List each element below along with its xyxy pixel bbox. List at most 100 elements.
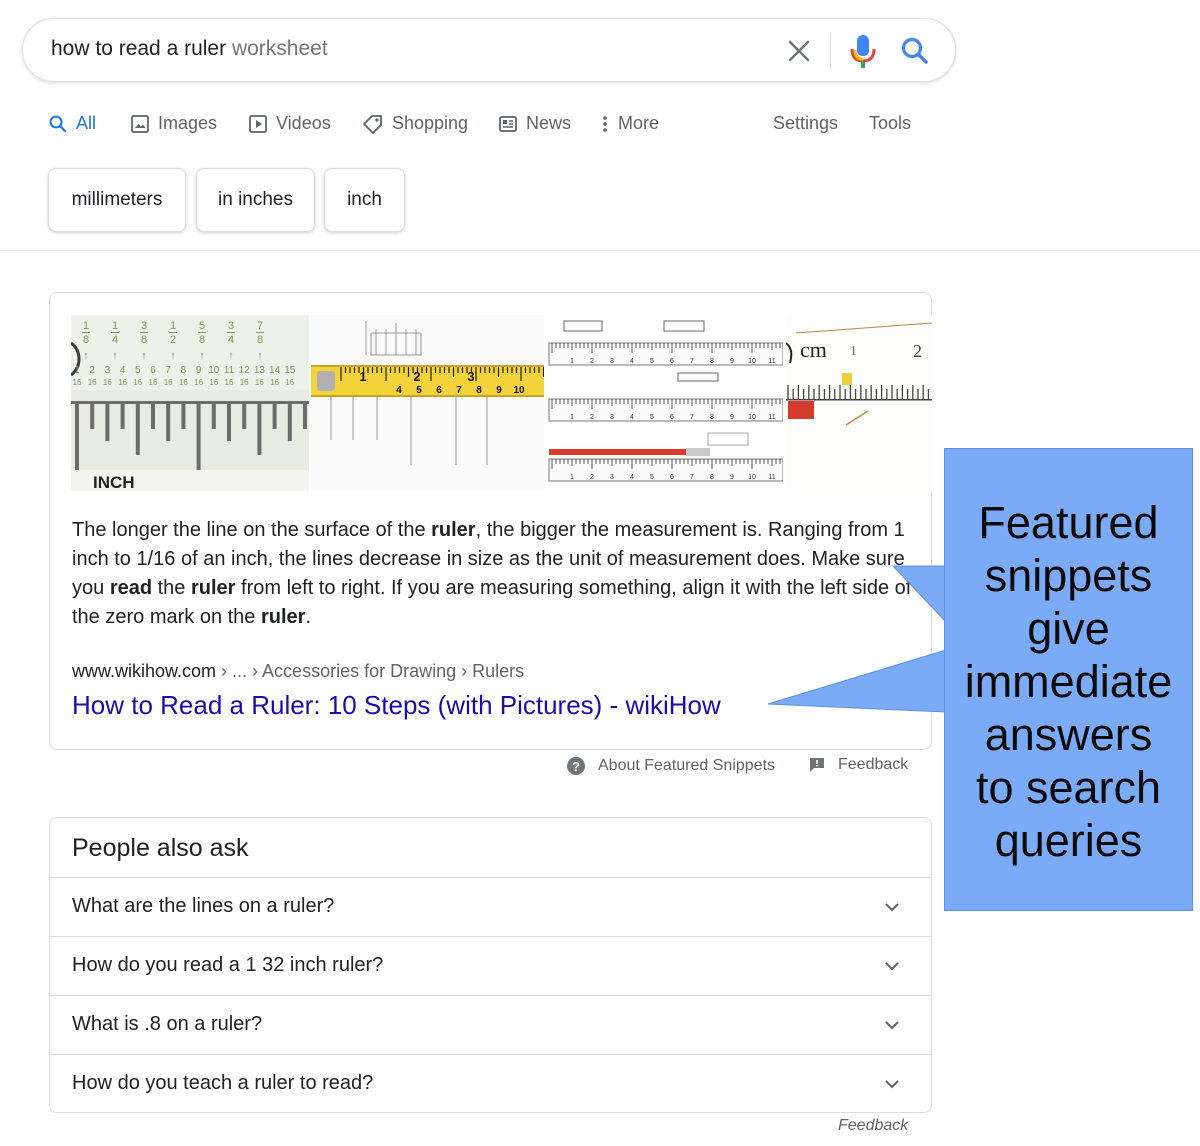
metric-number: 8 xyxy=(710,358,714,365)
thumbnail-inch-ruler[interactable]: 1 8 ↑ 1 4 ↑ 3 8 ↑ 1 2 ↑ 5 8 ↑ 3 4 ↑ 7 8 ↑ 1 16 2 16 3 16 4 16 5 16 6 16… xyxy=(71,315,309,491)
sixteenth-label: 4 xyxy=(120,365,126,376)
metric-number: 6 xyxy=(670,358,674,365)
metric-number: 2 xyxy=(590,414,594,421)
metric-number: 10 xyxy=(748,358,756,365)
paa-question[interactable]: What are the lines on a ruler? xyxy=(50,877,931,935)
tape-number: 8 xyxy=(476,385,482,396)
play-icon xyxy=(249,114,267,133)
tab-all[interactable]: All xyxy=(48,113,96,134)
sixteenth-label: 16 xyxy=(164,378,173,387)
metric-number: 5 xyxy=(650,474,654,481)
sixteenth-label: 16 xyxy=(225,378,234,387)
snippet-feedback-label: Feedback xyxy=(838,756,909,773)
thumbnail-cm-ruler[interactable]: cm 1 2 xyxy=(786,315,932,491)
fraction-arrow: ↑ xyxy=(228,350,234,362)
paa-question[interactable]: What is .8 on a ruler? xyxy=(50,995,931,1053)
cm-ruler-number-1: 1 xyxy=(850,344,857,359)
fraction-label: 2 xyxy=(170,334,176,346)
header-divider xyxy=(0,250,1200,251)
sixteenth-label: 16 xyxy=(285,378,294,387)
inch-ruler-label: INCH xyxy=(93,473,135,491)
tab-news[interactable]: News xyxy=(498,113,571,134)
metric-number: 10 xyxy=(748,474,756,481)
result-breadcrumb[interactable]: www.wikihow.com › ... › Accessories for … xyxy=(72,661,524,682)
paa-question-text: How do you teach a ruler to read? xyxy=(72,1072,374,1094)
tab-shopping[interactable]: Shopping xyxy=(362,113,468,134)
tape-number: 3 xyxy=(467,369,474,384)
metric-number: 2 xyxy=(590,474,594,481)
paa-question-text: What are the lines on a ruler? xyxy=(72,895,335,917)
paa-feedback[interactable]: Feedback xyxy=(838,1117,908,1135)
metric-number: 1 xyxy=(570,414,574,421)
chip-in-inches[interactable]: in inches xyxy=(196,168,315,232)
sixteenth-label: 3 xyxy=(105,365,111,376)
fraction-label: 7 xyxy=(257,320,263,332)
tape-number: 5 xyxy=(416,385,422,396)
breadcrumb-path: › ... › Accessories for Drawing › Rulers xyxy=(216,661,525,681)
fraction-arrow: ↑ xyxy=(199,350,205,362)
metric-number: 11 xyxy=(768,414,775,421)
sixteenth-label: 9 xyxy=(196,365,202,376)
tab-more[interactable]: More xyxy=(600,113,659,134)
paa-question[interactable]: How do you read a 1 32 inch ruler? xyxy=(50,936,931,994)
snippet-text-part: the xyxy=(152,577,191,599)
chip-millimeters[interactable]: millimeters xyxy=(48,168,186,232)
metric-number: 2 xyxy=(590,358,594,365)
sixteenth-label: 11 xyxy=(224,365,235,376)
search-box[interactable]: how to read a ruler worksheet xyxy=(22,18,956,82)
fraction-label: 1 xyxy=(83,320,89,332)
tab-shopping-label: Shopping xyxy=(392,113,469,133)
metric-number: 3 xyxy=(610,474,614,481)
callout-line: answers xyxy=(984,709,1153,760)
tab-tools[interactable]: Tools xyxy=(869,113,911,134)
microphone-icon[interactable] xyxy=(849,33,877,69)
sixteenth-label: 14 xyxy=(269,365,281,376)
sixteenth-label: 16 xyxy=(209,378,218,387)
search-input[interactable]: how to read a ruler worksheet xyxy=(51,37,328,61)
tab-all-label: All xyxy=(76,113,97,133)
about-featured-snippets[interactable]: ? About Featured Snippets xyxy=(566,756,775,776)
tab-images[interactable]: Images xyxy=(130,113,217,134)
tape-number: 4 xyxy=(396,385,402,396)
clear-icon[interactable] xyxy=(783,35,815,67)
snippet-text-bold: ruler xyxy=(260,606,306,628)
tag-icon xyxy=(363,114,382,134)
metric-number: 8 xyxy=(710,414,714,421)
snippet-image-strip: 1 8 ↑ 1 4 ↑ 3 8 ↑ 1 2 ↑ 5 8 ↑ 3 4 ↑ 7 8 ↑ 1 16 2 16 3 16 4 16 5 16 6 16… xyxy=(71,315,932,491)
chevron-down-icon xyxy=(885,903,899,912)
snippet-text-bold: read xyxy=(109,577,153,599)
callout-line: give xyxy=(1027,603,1110,654)
snippet-feedback[interactable]: Feedback xyxy=(808,756,908,774)
result-title-link[interactable]: How to Read a Ruler: 10 Steps (with Pict… xyxy=(72,690,721,721)
thumbnail-tape-measure[interactable]: 1 2 3 4 5 6 7 8 9 10 xyxy=(311,315,544,491)
tab-videos[interactable]: Videos xyxy=(248,113,331,134)
paa-question-text: What is .8 on a ruler? xyxy=(72,1013,263,1035)
fraction-label: 8 xyxy=(257,334,263,346)
paa-question-text: How do you read a 1 32 inch ruler? xyxy=(72,954,384,976)
metric-number: 9 xyxy=(730,414,734,421)
search-icon[interactable] xyxy=(899,35,931,67)
sixteenth-label: 16 xyxy=(103,378,112,387)
thumbnail-metric-diagram[interactable]: 1 2 3 4 5 6 7 8 9 10 11 1 2 3 4 5 6 7 8 9 10 11 1 2 3 4 5 6 7 8 9 10 11 xyxy=(546,315,783,491)
paa-question[interactable]: How do you teach a ruler to read? xyxy=(50,1054,931,1112)
metric-number: 7 xyxy=(690,358,694,365)
tape-number: 6 xyxy=(436,385,442,396)
fraction-label: 4 xyxy=(112,334,118,346)
callout-box: Featured snippets give immediate answers… xyxy=(944,448,1193,911)
snippet-text-bold: ruler xyxy=(431,519,476,541)
sixteenth-label: 2 xyxy=(89,365,95,376)
fraction-label: 8 xyxy=(141,334,147,346)
cm-ruler-label: cm xyxy=(800,337,827,362)
fraction-arrow: ↑ xyxy=(257,350,263,362)
sixteenth-label: 16 xyxy=(88,378,97,387)
sixteenth-label: 16 xyxy=(255,378,264,387)
metric-number: 10 xyxy=(748,414,756,421)
metric-number: 9 xyxy=(730,474,734,481)
tab-more-label: More xyxy=(618,113,660,133)
sixteenth-label: 16 xyxy=(179,378,188,387)
fraction-arrow: ↑ xyxy=(141,350,147,362)
tab-settings[interactable]: Settings xyxy=(773,113,838,134)
chip-inch[interactable]: inch xyxy=(324,168,405,232)
snippet-text: The longer the line on the surface of th… xyxy=(72,516,912,632)
callout-line: Featured xyxy=(978,497,1159,548)
